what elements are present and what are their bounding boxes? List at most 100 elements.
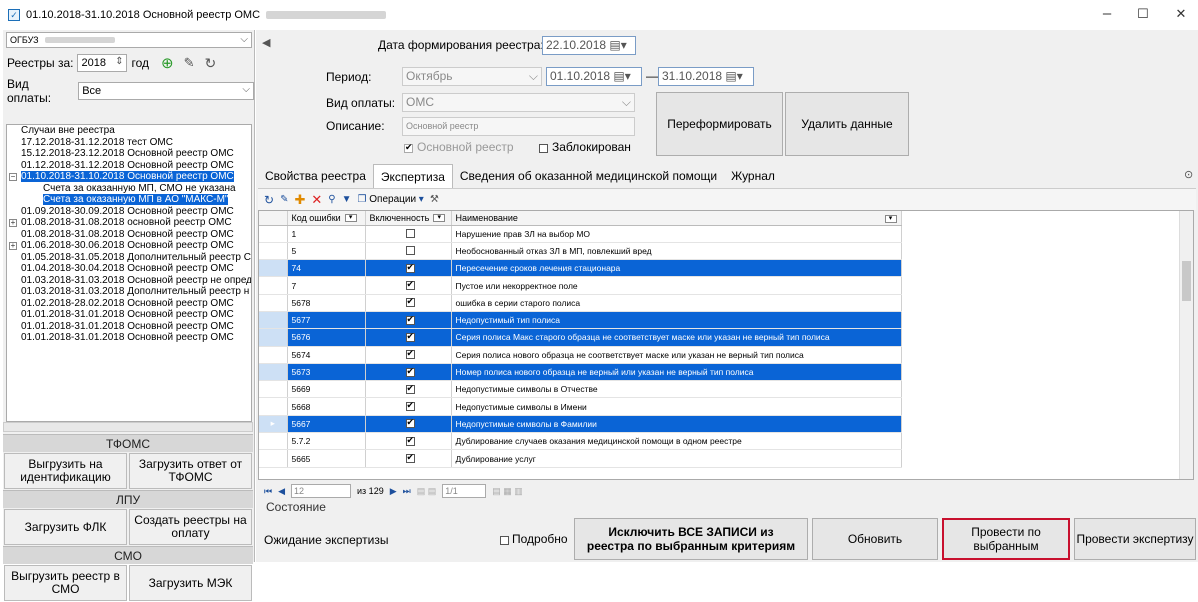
table-row[interactable]: 5.7.2 Дублирование случаев оказания медиц…	[259, 432, 902, 451]
checkbox-icon[interactable]	[405, 246, 415, 256]
table-row[interactable]: 7 Пустое или некорректное поле	[259, 276, 902, 295]
cell-included[interactable]	[365, 380, 452, 399]
detail-checkbox[interactable]: Подробно	[500, 532, 568, 546]
scroll-thumb[interactable]	[1182, 261, 1191, 301]
tree-item[interactable]: 01.01.2018-31.01.2018 Основной реестр ОМ…	[7, 309, 251, 321]
tree-item[interactable]: Случаи вне реестра	[7, 125, 251, 137]
tree-item[interactable]: Счета за оказанную МП в АО "МАКС-М"	[7, 194, 251, 206]
checkbox-icon[interactable]	[405, 262, 415, 273]
table-row[interactable]: 5665 Дублирование услуг	[259, 449, 902, 468]
cell-included[interactable]	[365, 225, 452, 243]
checkbox-icon[interactable]	[405, 417, 415, 429]
tree-item[interactable]: 01.09.2018-30.09.2018 Основной реестр ОМ…	[7, 206, 251, 218]
registry-tree[interactable]: Случаи вне реестра 17.12.2018-31.12.2018 …	[6, 124, 252, 422]
add-icon[interactable]: ✚	[294, 192, 305, 208]
cell-included[interactable]	[365, 328, 452, 347]
col-code-header[interactable]: Код ошибки ▾	[287, 211, 366, 226]
tree-item[interactable]: 01.04.2018-30.04.2018 Основной реестр ОМ…	[7, 263, 251, 275]
tab-3[interactable]: Журнал	[724, 164, 782, 188]
search-icon[interactable]: ⚲	[328, 194, 335, 205]
collapse-panel-icon[interactable]: ⊙	[1184, 168, 1193, 181]
run-selected-button[interactable]: Провести по выбранным	[942, 518, 1070, 560]
period-from-field[interactable]: 01.10.2018 ▤▾	[546, 67, 642, 86]
checkbox-icon[interactable]	[405, 348, 415, 360]
filter-icon[interactable]: ▼	[342, 194, 352, 205]
expander-icon[interactable]: +	[9, 242, 17, 250]
table-row[interactable]: 5674 Серия полиса нового образца не соотв…	[259, 346, 902, 364]
table-row[interactable]: ▸5667 Недопустимые символы в Фамилии	[259, 415, 902, 434]
prev-page-icon[interactable]: ◀	[278, 486, 285, 497]
period-to-field[interactable]: 31.10.2018 ▤▾	[658, 67, 754, 86]
tree-item[interactable]: +01.08.2018-31.08.2018 основной реестр О…	[7, 217, 251, 229]
exclude-records-button[interactable]: Исключить ВСЕ ЗАПИСИ из реестра по выбра…	[574, 518, 808, 560]
tab-1[interactable]: Экспертиза	[372, 164, 453, 188]
checkbox-icon[interactable]	[405, 331, 415, 342]
col-name-header[interactable]: Наименование ▾	[451, 211, 902, 226]
add-icon[interactable]: ⊕	[161, 54, 174, 72]
checkbox-icon[interactable]	[405, 279, 415, 291]
last-page-icon[interactable]: ⏭	[403, 486, 411, 497]
tree-item[interactable]: −01.10.2018-31.10.2018 Основной реестр О…	[7, 171, 251, 183]
load-flk-button[interactable]: Загрузить ФЛК	[4, 509, 127, 545]
horizontal-scrollbar[interactable]	[3, 422, 253, 432]
tree-item[interactable]: 01.12.2018-31.12.2018 Основной реестр ОМ…	[7, 160, 251, 172]
page-tools-icon[interactable]: ▤ ▦ ▥	[492, 486, 523, 497]
cell-included[interactable]	[365, 363, 452, 382]
table-row[interactable]: 5677 Недопустимый тип полиса	[259, 311, 902, 330]
org-select[interactable]: ОГБУЗ ⌵	[6, 32, 252, 48]
edit-icon[interactable]: ✎	[184, 55, 195, 71]
load-mek-button[interactable]: Загрузить МЭК	[129, 565, 252, 601]
table-row[interactable]: 5678 ошибка в серии старого полиса	[259, 294, 902, 312]
main-registry-checkbox[interactable]: Основной реестр	[404, 140, 514, 154]
tree-item[interactable]: 01.03.2018-31.03.2018 Дополнительный рее…	[7, 286, 251, 298]
col-included-header[interactable]: Включенность ▾	[365, 211, 452, 226]
delete-icon[interactable]: ✕	[311, 192, 322, 208]
minimize-button[interactable]: –	[1092, 4, 1122, 24]
operations-menu[interactable]: ❐ Операции ▾	[358, 194, 424, 205]
tree-item[interactable]: 01.02.2018-28.02.2018 Основной реестр ОМ…	[7, 298, 251, 310]
expander-icon[interactable]: +	[9, 219, 17, 227]
tree-item[interactable]: +01.06.2018-30.06.2018 Основной реестр О…	[7, 240, 251, 252]
refresh-button[interactable]: Обновить	[812, 518, 938, 560]
first-page-icon[interactable]: ⏮	[264, 486, 272, 497]
refresh-icon[interactable]: ↻	[264, 193, 274, 207]
tree-item[interactable]: 01.03.2018-31.03.2018 Основной реестр не…	[7, 275, 251, 287]
table-row[interactable]: 5 Необоснованный отказ ЗЛ в МП, повлекший…	[259, 242, 902, 261]
cell-included[interactable]	[365, 311, 452, 330]
collapse-icon[interactable]: ◀	[262, 36, 270, 49]
cell-included[interactable]	[365, 449, 452, 468]
checkbox-icon[interactable]	[405, 229, 415, 239]
cell-included[interactable]	[365, 259, 452, 278]
tree-item[interactable]: 01.01.2018-31.01.2018 Основной реестр ОМ…	[7, 332, 251, 344]
vertical-scrollbar[interactable]	[1179, 211, 1193, 479]
create-registries-button[interactable]: Создать реестры на оплату	[129, 509, 252, 545]
cell-included[interactable]	[365, 294, 452, 312]
close-button[interactable]: ✕	[1166, 4, 1196, 24]
tab-0[interactable]: Свойства реестра	[258, 164, 373, 188]
expander-icon[interactable]: −	[9, 173, 17, 181]
tree-item[interactable]: 01.05.2018-31.05.2018 Дополнительный рее…	[7, 252, 251, 264]
cell-included[interactable]	[365, 242, 452, 261]
table-row[interactable]: 5669 Недопустимые символы в Отчестве	[259, 380, 902, 399]
tree-item[interactable]: Счета за оказанную МП, СМО не указана	[7, 183, 251, 195]
checkbox-icon[interactable]	[405, 435, 415, 446]
table-row[interactable]: 5676 Серия полиса Макс старого образца не…	[259, 328, 902, 347]
next-page-icon[interactable]: ▶	[390, 486, 397, 497]
export-identification-button[interactable]: Выгрузить на идентификацию	[4, 453, 127, 489]
desc-field[interactable]: Основной реестр	[402, 117, 635, 136]
cell-included[interactable]	[365, 346, 452, 364]
page-nav-icon[interactable]: ▤ ▤	[417, 486, 437, 497]
checkbox-icon[interactable]	[405, 296, 415, 308]
checkbox-icon[interactable]	[405, 383, 415, 394]
pay-select[interactable]: ОМС ⌵	[402, 93, 635, 112]
settings-icon[interactable]: ⚒	[430, 194, 439, 205]
maximize-button[interactable]: ☐	[1128, 4, 1158, 24]
record-field[interactable]: 12	[291, 484, 352, 498]
table-row[interactable]: 5673 Номер полиса нового образца не верны…	[259, 363, 902, 382]
checkbox-icon[interactable]	[405, 366, 415, 377]
year-spinner[interactable]: 2018 ⇕	[77, 54, 128, 72]
refresh-icon[interactable]: ↻	[204, 55, 216, 72]
load-tfoms-button[interactable]: Загрузить ответ от ТФОМС	[129, 453, 252, 489]
tree-item[interactable]: 01.08.2018-31.08.2018 Основной реестр ОМ…	[7, 229, 251, 241]
export-smo-button[interactable]: Выгрузить реестр в СМО	[4, 565, 127, 601]
